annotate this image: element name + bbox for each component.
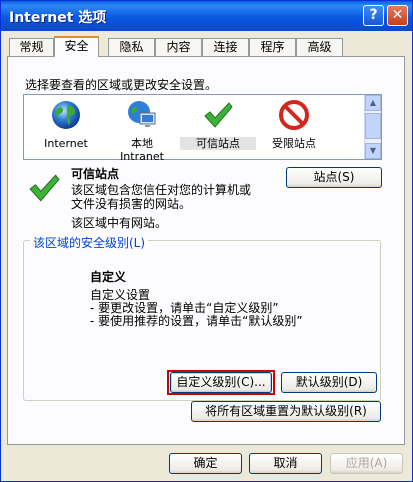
tab-advanced[interactable]: 高级 [296, 38, 343, 56]
zone-local-intranet[interactable]: 本地 Intranet [104, 95, 180, 163]
globe-icon [52, 101, 80, 129]
zone-scrollbar[interactable]: ▲ ▼ [364, 95, 381, 159]
tab-programs[interactable]: 程序 [249, 38, 296, 56]
tab-content[interactable]: 内容 [155, 38, 202, 56]
tab-security[interactable]: 安全 [54, 36, 99, 57]
security-level-line-3: - 要使用推荐的设置，请单击“默认级别” [90, 314, 303, 328]
selected-zone-title: 可信站点 [71, 167, 120, 181]
tab-privacy[interactable]: 隐私 [108, 38, 155, 56]
scroll-thumb[interactable] [365, 113, 381, 139]
scroll-up-icon[interactable]: ▲ [365, 95, 381, 111]
tab-general[interactable]: 常规 [9, 38, 54, 56]
local-intranet-icon [128, 101, 156, 127]
security-level-legend: 该区域的安全级别(L) [30, 234, 149, 251]
zone-internet[interactable]: Internet [28, 95, 104, 159]
restricted-icon [279, 100, 309, 130]
ok-button[interactable]: 确定 [169, 453, 242, 474]
custom-level-button[interactable]: 自定义级别(C)... [170, 372, 272, 393]
sites-button[interactable]: 站点(S) [286, 167, 382, 188]
selected-zone-desc-2: 文件没有损害的网站。 [71, 197, 192, 211]
default-level-button[interactable]: 默认级别(D) [281, 372, 377, 393]
zone-list: Internet 本地 Intranet 可信站点 受限站点 ▲ ▼ [23, 94, 382, 163]
trusted-checkmark-icon [29, 174, 60, 202]
title-bar[interactable]: Internet 选项 ? ✕ [1, 1, 412, 31]
close-button[interactable]: ✕ [387, 5, 408, 26]
cancel-button[interactable]: 取消 [249, 453, 322, 474]
zone-trusted-sites[interactable]: 可信站点 [180, 95, 256, 159]
zone-restricted-sites-label: 受限站点 [272, 137, 316, 150]
scroll-down-icon[interactable]: ▼ [365, 143, 381, 159]
reset-all-zones-button[interactable]: 将所有区域重置为默认级别(R) [191, 401, 381, 422]
selected-zone-note: 该区域中有网站。 [71, 216, 168, 230]
tab-connections[interactable]: 连接 [202, 38, 249, 56]
zone-prompt: 选择要查看的区域或更改安全设置。 [25, 78, 218, 92]
security-level-name: 自定义 [90, 270, 127, 284]
zone-internet-label: Internet [44, 137, 88, 150]
zone-restricted-sites[interactable]: 受限站点 [256, 95, 332, 159]
window-title: Internet 选项 [9, 10, 107, 26]
zone-trusted-sites-label: 可信站点 [180, 137, 256, 150]
apply-button[interactable]: 应用(A) [330, 453, 403, 474]
checkmark-icon [204, 102, 233, 128]
zone-local-intranet-label: 本地 Intranet [120, 137, 164, 163]
help-button[interactable]: ? [363, 5, 384, 26]
internet-options-dialog: Internet 选项 ? ✕ 常规 安全 隐私 内容 连接 程序 高级 选择要… [0, 0, 413, 482]
